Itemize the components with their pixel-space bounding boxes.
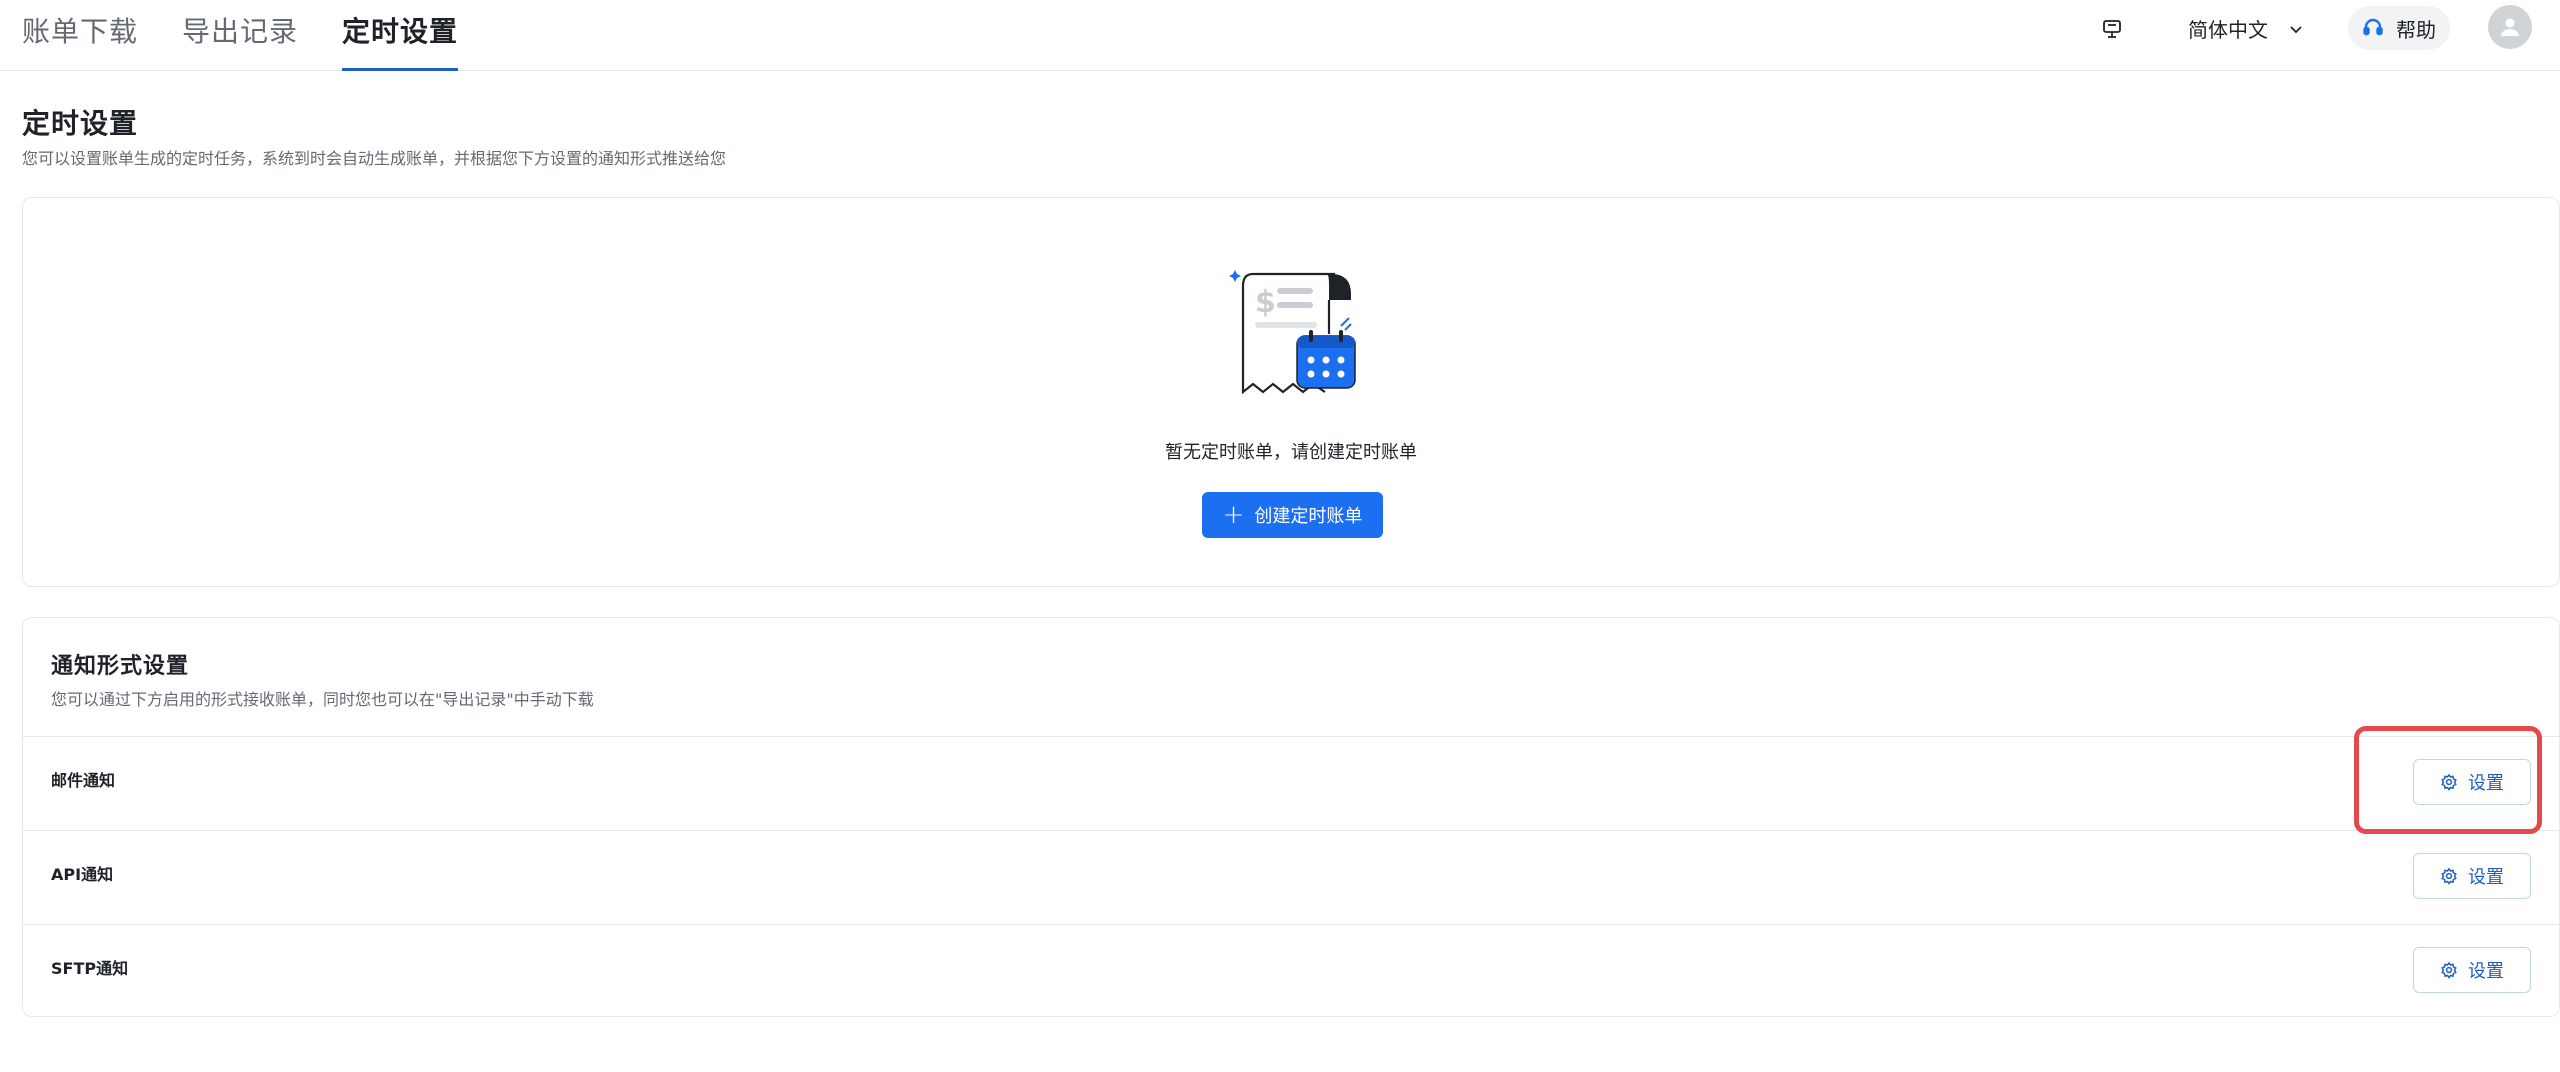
empty-state-message: 暂无定时账单，请创建定时账单 [1165,442,1417,463]
tab-schedule-settings[interactable]: 定时设置 [342,0,459,71]
help-label: 帮助 [2396,17,2436,42]
notification-section-title: 通知形式设置 [51,654,190,679]
user-avatar[interactable] [2488,5,2532,49]
svg-text:$: $ [1255,285,1276,320]
sftp-settings-button[interactable]: 设置 [2413,947,2531,993]
settings-label: 设置 [2468,961,2504,982]
api-notification-label: API通知 [51,865,114,884]
monitor-icon[interactable] [2100,17,2124,41]
gear-icon [2440,961,2468,979]
page-description: 您可以设置账单生成的定时任务，系统到时会自动生成账单，并根据您下方设置的通知形式… [22,149,727,168]
api-settings-button[interactable]: 设置 [2413,853,2531,899]
tab-list: 账单下载 导出记录 定时设置 [22,0,502,71]
tab-export-records[interactable]: 导出记录 [182,0,298,71]
gear-icon [2440,773,2468,791]
page-title: 定时设置 [22,107,139,140]
create-schedule-label: 创建定时账单 [1254,506,1363,527]
settings-label: 设置 [2468,867,2504,888]
sftp-notification-row: SFTP通知 设置 [23,924,2559,1018]
notification-settings-card: 通知形式设置 您可以通过下方启用的形式接收账单，同时您也可以在"导出记录"中手动… [22,617,2560,1017]
api-notification-row: API通知 设置 [23,830,2559,924]
top-navigation-bar: 账单下载 导出记录 定时设置 简体中文 帮助 [0,0,2560,71]
language-selector[interactable]: 简体中文 [2188,14,2304,43]
notification-section-description: 您可以通过下方启用的形式接收账单，同时您也可以在"导出记录"中手动下载 [51,690,594,709]
email-settings-button[interactable]: 设置 [2413,759,2531,805]
email-notification-row: 邮件通知 设置 [23,736,2559,830]
settings-label: 设置 [2468,773,2504,794]
bill-calendar-illustration-icon: $ [1227,264,1367,408]
create-schedule-button[interactable]: + 创建定时账单 [1202,492,1383,538]
plus-icon: + [1222,500,1245,530]
help-button[interactable]: 帮助 [2348,6,2450,50]
tab-bill-download[interactable]: 账单下载 [22,0,138,71]
headset-icon [2362,17,2390,39]
chevron-down-icon [2278,21,2304,37]
language-label: 简体中文 [2188,18,2268,42]
email-notification-label: 邮件通知 [51,771,116,790]
gear-icon [2440,867,2468,885]
user-icon [2499,16,2521,38]
sftp-notification-label: SFTP通知 [51,959,129,978]
schedule-empty-card: $ 暂无定时账单，请创建定时账单 + 创建定时账单 [22,197,2560,587]
